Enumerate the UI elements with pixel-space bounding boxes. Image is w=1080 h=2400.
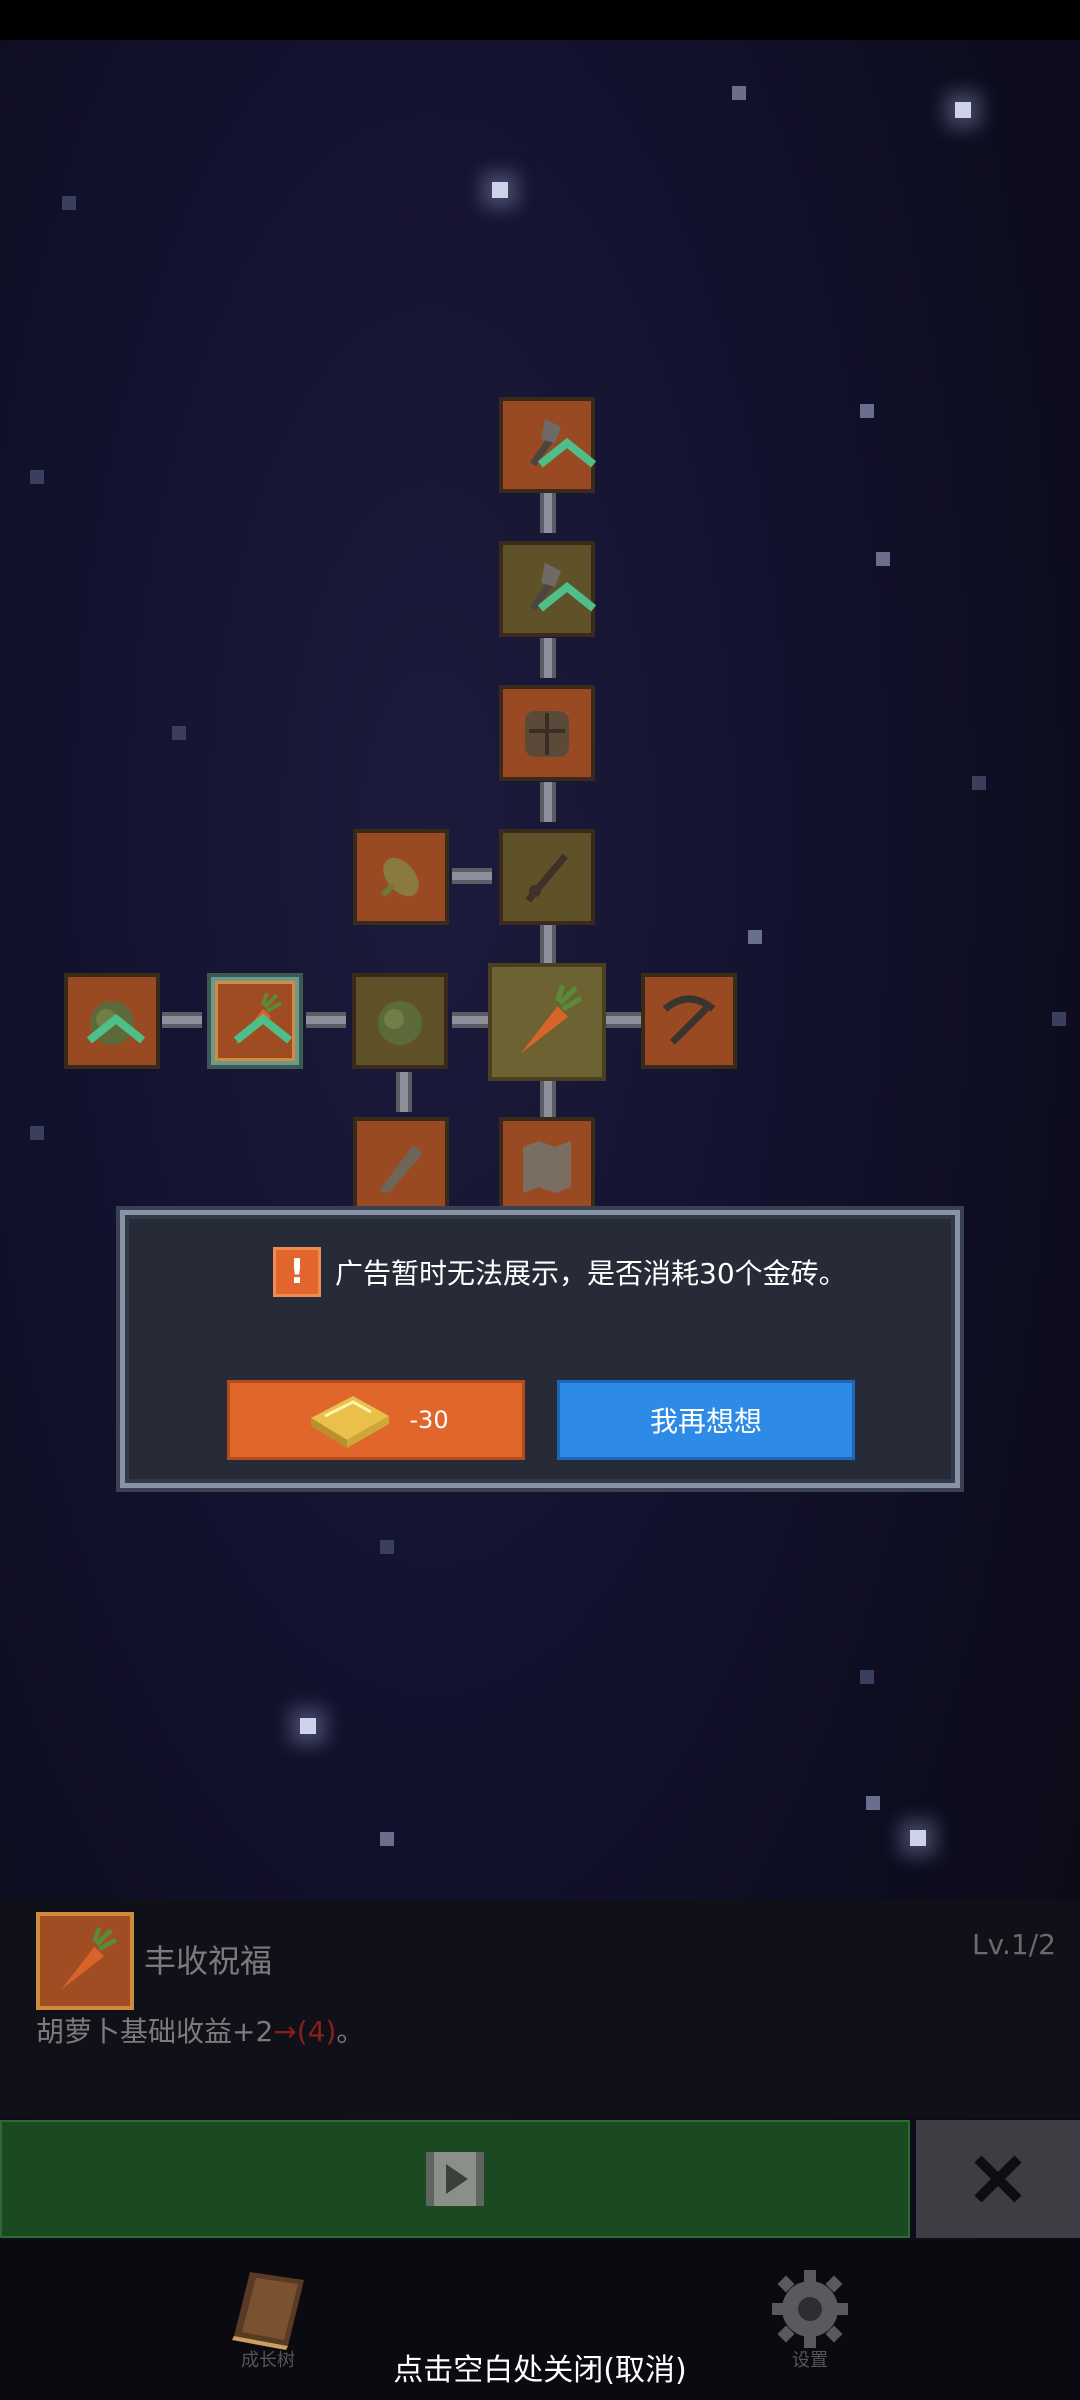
- staff-icon: [525, 853, 569, 903]
- tree-link: [162, 1012, 202, 1028]
- upgrade-chevron-icon: [537, 437, 597, 468]
- node-pickaxe[interactable]: [641, 973, 737, 1069]
- tree-link: [540, 925, 556, 965]
- skill-description-end: 。: [336, 2015, 365, 2048]
- carrot-icon: [520, 984, 583, 1054]
- star: [876, 552, 890, 566]
- dialog-message-row: ! 广告暂时无法展示，是否消耗30个金砖。: [273, 1247, 847, 1297]
- tree-link: [540, 782, 556, 822]
- upgrade-chevron-icon: [86, 1013, 146, 1044]
- dialog-message: 广告暂时无法展示，是否消耗30个金砖。: [335, 1257, 847, 1290]
- gold-bar-icon: [311, 1396, 390, 1448]
- play-video-icon: [426, 2152, 484, 2206]
- star: [866, 1796, 880, 1810]
- node-carrot-root[interactable]: [488, 963, 606, 1081]
- pickaxe-icon: [662, 995, 716, 1045]
- tree-link: [396, 1072, 412, 1112]
- book-icon: [232, 2272, 304, 2350]
- node-carrot-selected[interactable]: [207, 973, 303, 1069]
- tree-link: [606, 1012, 646, 1028]
- backpack-icon: [525, 711, 569, 757]
- tree-link: [540, 493, 556, 533]
- node-map[interactable]: [499, 1117, 595, 1213]
- spend-gold-label: -30: [409, 1406, 449, 1434]
- map-icon: [523, 1141, 571, 1193]
- node-backpack[interactable]: [499, 685, 595, 781]
- star: [972, 776, 986, 790]
- warning-icon: !: [273, 1247, 321, 1297]
- skill-carrot-icon-frame: [36, 1912, 134, 2010]
- gear-icon: [772, 2270, 848, 2348]
- skill-info-panel: 丰收祝福 Lv.1/2 胡萝卜基础收益+2→(4)。: [0, 1900, 1080, 2118]
- upgrade-chevron-icon: [233, 1013, 293, 1044]
- star: [30, 470, 44, 484]
- reconsider-label: 我再想想: [649, 1405, 762, 1438]
- close-hint[interactable]: 点击空白处关闭(取消): [0, 2345, 1080, 2389]
- status-bar: [0, 0, 1080, 40]
- star: [300, 1718, 316, 1734]
- star: [62, 196, 76, 210]
- watch-ad-upgrade-button[interactable]: [0, 2120, 910, 2238]
- node-cabbage[interactable]: [352, 973, 448, 1069]
- star: [1052, 1012, 1066, 1026]
- reconsider-button[interactable]: 我再想想: [557, 1380, 855, 1460]
- star: [748, 930, 762, 944]
- star: [30, 1126, 44, 1140]
- node-shovel[interactable]: [499, 541, 597, 637]
- tree-link: [452, 1012, 492, 1028]
- spend-gold-button[interactable]: -30: [227, 1380, 525, 1460]
- star: [910, 1830, 926, 1846]
- skill-description: 胡萝卜基础收益+2→(4)。: [36, 2010, 364, 2050]
- star: [380, 1540, 394, 1554]
- star: [732, 86, 746, 100]
- corn-icon: [380, 857, 419, 898]
- tree-link: [452, 868, 492, 884]
- node-shovel-upgrade[interactable]: [499, 397, 597, 493]
- tree-link: [540, 1080, 556, 1120]
- tree-link: [306, 1012, 346, 1028]
- skill-description-base: 胡萝卜基础收益+2: [36, 2015, 274, 2048]
- skill-title: 丰收祝福: [144, 1942, 273, 1980]
- node-club[interactable]: [353, 1117, 449, 1213]
- carrot-icon: [61, 1926, 118, 1990]
- close-icon: [974, 2155, 1022, 2203]
- star: [860, 404, 874, 418]
- star: [172, 726, 186, 740]
- star: [955, 102, 971, 118]
- node-corn[interactable]: [353, 829, 449, 925]
- skill-level: Lv.1/2: [972, 1928, 1056, 1961]
- club-icon: [379, 1145, 423, 1193]
- cabbage-icon: [378, 1001, 422, 1045]
- star: [860, 1670, 874, 1684]
- tree-link: [540, 638, 556, 678]
- close-panel-button[interactable]: [916, 2120, 1080, 2238]
- star: [492, 182, 508, 198]
- star: [380, 1832, 394, 1846]
- upgrade-chevron-icon: [537, 581, 597, 612]
- node-staff[interactable]: [499, 829, 595, 925]
- skill-description-next: →(4): [273, 2015, 337, 2048]
- node-cabbage-upgrade[interactable]: [64, 973, 160, 1069]
- confirm-dialog: ! 广告暂时无法展示，是否消耗30个金砖。 -30 我再想想: [116, 1206, 964, 1492]
